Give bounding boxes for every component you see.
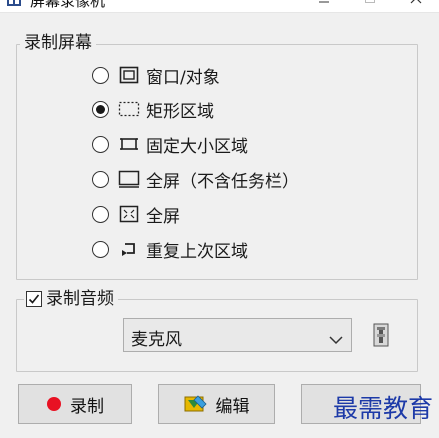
option-label: 窗口/对象 (146, 67, 220, 88)
window-controls (301, 0, 439, 12)
radio-fixed-size-region[interactable] (92, 135, 109, 153)
record-audio-legend: 录制音频 (46, 289, 114, 309)
title-bar: 屏幕录像机 (0, 0, 439, 13)
option-fullscreen-no-taskbar[interactable]: 全屏（不含任务栏） (92, 167, 299, 192)
radio-fullscreen[interactable] (92, 205, 109, 223)
record-button[interactable]: 录制 (18, 384, 132, 424)
edit-icon (184, 394, 208, 414)
app-icon (6, 0, 22, 8)
edit-button-label: 编辑 (215, 396, 250, 417)
checkmark-icon (28, 294, 40, 304)
rectangle-region-icon (118, 99, 140, 119)
option-rectangle-region[interactable]: 矩形区域 (92, 97, 214, 122)
radio-window-object[interactable] (92, 66, 109, 84)
window-title: 屏幕录像机 (30, 0, 106, 10)
watermark-text: 最需教育 (332, 394, 433, 423)
radio-rectangle-region[interactable] (92, 100, 109, 118)
radio-fullscreen-no-taskbar[interactable] (92, 170, 109, 188)
close-button[interactable] (393, 0, 439, 12)
option-fullscreen[interactable]: 全屏 (92, 202, 180, 227)
minimize-button[interactable] (301, 0, 347, 12)
fullscreen-icon (118, 204, 140, 224)
audio-settings-icon (373, 323, 389, 347)
repeat-last-region-icon (118, 239, 140, 259)
audio-device-value: 麦克风 (131, 330, 182, 350)
screen-recorder-window: 屏幕录像机 录制屏幕 窗口/对象 矩形区域 固定大小区域 全屏（不含任务栏） 全… (0, 0, 439, 438)
option-label: 全屏 (146, 206, 180, 227)
chevron-down-icon (329, 330, 343, 349)
option-window-object[interactable]: 窗口/对象 (92, 63, 220, 88)
window-object-icon (118, 65, 140, 85)
radio-repeat-last-region[interactable] (92, 240, 109, 258)
record-screen-legend: 录制屏幕 (20, 33, 96, 53)
edit-button[interactable]: 编辑 (158, 384, 275, 424)
option-label: 全屏（不含任务栏） (146, 171, 299, 192)
option-repeat-last-region[interactable]: 重复上次区域 (92, 237, 248, 262)
close-icon (410, 0, 422, 4)
fixed-size-region-icon (118, 134, 140, 154)
record-audio-toggle[interactable]: 录制音频 (24, 289, 118, 309)
option-fixed-size-region[interactable]: 固定大小区域 (92, 132, 248, 157)
record-icon (46, 396, 62, 412)
maximize-icon (365, 0, 375, 3)
audio-device-select[interactable]: 麦克风 (123, 318, 352, 352)
fullscreen-no-taskbar-icon (118, 169, 140, 189)
option-label: 固定大小区域 (146, 136, 248, 157)
record-button-label: 录制 (70, 396, 104, 417)
maximize-button[interactable] (347, 0, 393, 12)
minimize-icon (319, 1, 329, 3)
option-label: 重复上次区域 (146, 241, 248, 262)
record-audio-checkbox[interactable] (26, 291, 42, 307)
audio-settings-button[interactable] (371, 322, 391, 348)
option-label: 矩形区域 (146, 101, 214, 122)
